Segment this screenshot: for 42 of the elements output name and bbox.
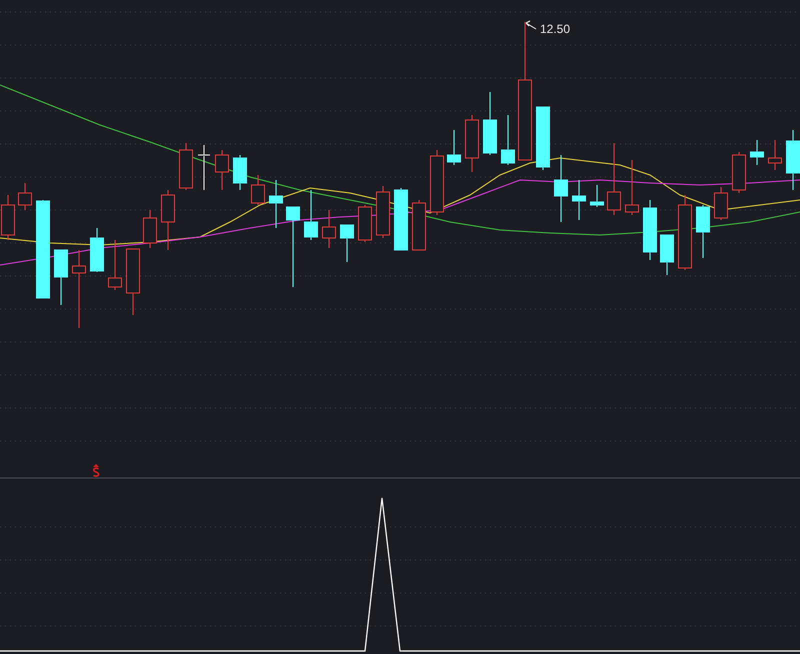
candlestick xyxy=(483,92,497,156)
candlestick xyxy=(714,186,728,220)
candlestick xyxy=(108,240,122,290)
candlestick xyxy=(465,114,479,172)
candlestick xyxy=(198,144,210,190)
candlestick xyxy=(233,154,247,190)
candlestick xyxy=(554,154,568,222)
candlestick xyxy=(572,180,586,220)
candlestick xyxy=(322,210,336,248)
candlestick xyxy=(768,140,782,170)
candlestick xyxy=(340,224,354,262)
candlestick xyxy=(501,114,515,166)
candlestick xyxy=(625,160,639,216)
candlestick xyxy=(90,228,104,272)
price-label: 12.50 xyxy=(540,22,570,36)
candlestick xyxy=(696,204,710,258)
candlestick xyxy=(536,106,550,170)
candlestick xyxy=(269,180,283,228)
candlestick xyxy=(251,174,265,206)
candlestick xyxy=(376,186,390,238)
candlestick xyxy=(447,130,461,166)
candlestick xyxy=(412,200,426,250)
candlestick xyxy=(590,184,604,208)
candlestick xyxy=(304,190,318,240)
candlestick xyxy=(215,150,229,190)
candlestick xyxy=(643,200,657,260)
candlestick xyxy=(143,210,157,248)
candlestick xyxy=(18,182,32,210)
candlestick xyxy=(161,190,175,250)
candlestick xyxy=(732,152,746,194)
candlestick xyxy=(126,248,140,316)
candlestick xyxy=(1,194,15,240)
candlestick xyxy=(54,250,68,306)
candlestick xyxy=(430,150,444,216)
candlestick xyxy=(179,142,193,190)
high-marker-icon xyxy=(526,20,536,30)
candlestick xyxy=(750,140,764,166)
signal-icon xyxy=(93,464,100,477)
candlestick xyxy=(394,188,408,250)
candlestick xyxy=(786,130,800,190)
candlestick xyxy=(660,234,674,276)
candlestick xyxy=(358,204,372,242)
